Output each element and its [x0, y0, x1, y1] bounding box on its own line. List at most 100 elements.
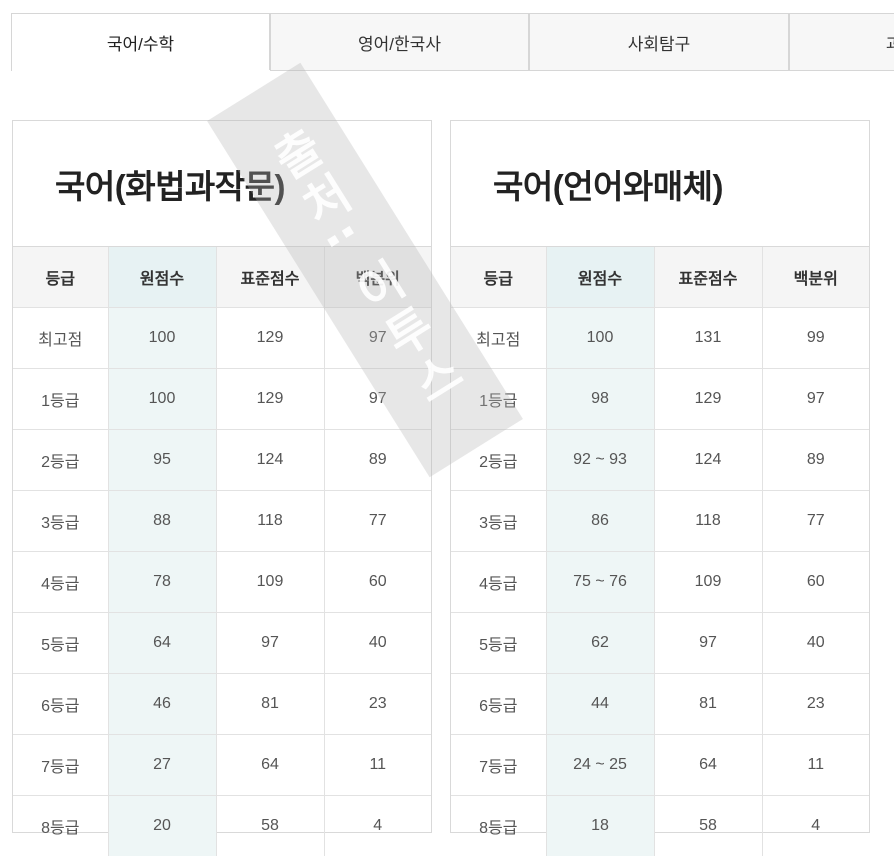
col-header-percentile: 백분위	[324, 247, 431, 308]
percentile-cell: 11	[762, 734, 869, 796]
standard-score-cell: 97	[216, 612, 325, 674]
standard-score-cell: 109	[216, 551, 325, 613]
table-row: 최고점 100 129 97	[13, 307, 431, 369]
grade-cell: 7등급	[451, 734, 547, 796]
percentile-cell: 4	[373, 817, 383, 834]
grade-cell: 5등급	[451, 612, 547, 674]
percentile-cell: 11	[324, 734, 431, 796]
percentile-cell: 89	[762, 429, 869, 491]
raw-score-cell: 92 ~ 93	[546, 429, 655, 491]
grade-cell: 5등급	[13, 612, 109, 674]
tab-english-history[interactable]: 영어/한국사	[270, 13, 529, 71]
percentile-cell: 97	[324, 368, 431, 430]
raw-score-cell: 46	[108, 673, 217, 735]
standard-score-cell: 58	[216, 795, 325, 856]
standard-score-cell: 58	[654, 795, 763, 856]
table-header-row: 등급 원점수 표준점수 백분위	[451, 247, 869, 308]
tab-bar: 국어/수학 영어/한국사 사회탐구 과	[11, 13, 894, 71]
raw-score-cell: 78	[108, 551, 217, 613]
standard-score-cell: 97	[654, 612, 763, 674]
percentile-cell: 4	[811, 817, 821, 834]
raw-score-cell: 88	[108, 490, 217, 552]
col-header-percentile: 백분위	[762, 247, 869, 308]
panel-korean-language-media: 국어(언어와매체) 등급 원점수 표준점수 백분위 최고점 100 131 99 1등…	[450, 120, 870, 856]
percentile-cell: 40	[762, 612, 869, 674]
standard-score-cell: 131	[654, 307, 763, 369]
table-row: 5등급 64 97 40	[13, 612, 431, 674]
col-header-standard-score: 표준점수	[216, 247, 325, 308]
table-row: 3등급 86 118 77	[451, 490, 869, 552]
table-row: 2등급 95 124 89	[13, 429, 431, 491]
raw-score-cell: 64	[108, 612, 217, 674]
standard-score-cell: 81	[216, 673, 325, 735]
raw-score-cell: 27	[108, 734, 217, 796]
panel-korean-speech-writing: 국어(화법과작문) 등급 원점수 표준점수 백분위 최고점 100 129 97 1등…	[12, 120, 432, 856]
table-row: 5등급 62 97 40	[451, 612, 869, 674]
grade-table: 등급 원점수 표준점수 백분위 최고점 100 129 97 1등급 100 129 97 …	[13, 247, 431, 856]
standard-score-cell: 64	[216, 734, 325, 796]
grade-cell: 8등급	[13, 795, 109, 856]
table-row: 6등급 46 81 23	[13, 673, 431, 735]
raw-score-cell: 100	[108, 368, 217, 430]
grade-table: 등급 원점수 표준점수 백분위 최고점 100 131 99 1등급 98 129 97 2…	[451, 247, 869, 856]
table-row: 4등급 78 109 60	[13, 551, 431, 613]
table-row: 6등급 44 81 23	[451, 673, 869, 735]
grade-cell: 2등급	[451, 429, 547, 491]
panel-title: 국어(화법과작문)	[13, 121, 431, 247]
grade-cell: 3등급	[451, 490, 547, 552]
tab-science[interactable]: 과	[789, 13, 894, 71]
panel-title: 국어(언어와매체)	[451, 121, 869, 247]
standard-score-cell: 124	[216, 429, 325, 491]
percentile-cell: 60	[324, 551, 431, 613]
raw-score-cell: 75 ~ 76	[546, 551, 655, 613]
percentile-cell: 89	[324, 429, 431, 491]
percentile-cell: 40	[324, 612, 431, 674]
table-row: 3등급 88 118 77	[13, 490, 431, 552]
grade-cell: 7등급	[13, 734, 109, 796]
grade-cell: 2등급	[13, 429, 109, 491]
tab-korean-math[interactable]: 국어/수학	[11, 13, 270, 71]
table-header-row: 등급 원점수 표준점수 백분위	[13, 247, 431, 308]
table-row: 8등급 18 58 4	[451, 795, 869, 856]
grade-cell: 4등급	[13, 551, 109, 613]
raw-score-cell: 100	[546, 307, 655, 369]
percentile-cell: 97	[762, 368, 869, 430]
raw-score-cell: 100	[108, 307, 217, 369]
percentile-cell: 77	[324, 490, 431, 552]
table-row: 1등급 98 129 97	[451, 368, 869, 430]
standard-score-cell: 118	[216, 490, 325, 552]
grade-cell: 3등급	[13, 490, 109, 552]
percentile-cell: 97	[324, 307, 431, 369]
standard-score-cell: 129	[216, 368, 325, 430]
grade-cell: 4등급	[451, 551, 547, 613]
raw-score-cell: 86	[546, 490, 655, 552]
col-header-raw-score: 원점수	[108, 247, 217, 308]
table-row: 8등급 20 58 4	[13, 795, 431, 856]
table-row: 7등급 24 ~ 25 64 11	[451, 734, 869, 796]
table-row: 4등급 75 ~ 76 109 60	[451, 551, 869, 613]
table-row: 최고점 100 131 99	[451, 307, 869, 369]
col-header-raw-score: 원점수	[546, 247, 655, 308]
grade-cell: 최고점	[13, 307, 109, 369]
col-header-standard-score: 표준점수	[654, 247, 763, 308]
col-header-grade: 등급	[451, 247, 547, 308]
percentile-cell: 77	[762, 490, 869, 552]
standard-score-cell: 81	[654, 673, 763, 735]
raw-score-cell: 98	[546, 368, 655, 430]
percentile-cell: 99	[762, 307, 869, 369]
table-row: 2등급 92 ~ 93 124 89	[451, 429, 869, 491]
grade-cell: 1등급	[451, 368, 547, 430]
table-row: 7등급 27 64 11	[13, 734, 431, 796]
standard-score-cell: 64	[654, 734, 763, 796]
percentile-cell: 60	[762, 551, 869, 613]
grade-cell: 6등급	[451, 673, 547, 735]
raw-score-cell: 18	[546, 795, 655, 856]
grade-cell: 8등급	[451, 795, 547, 856]
raw-score-cell: 44	[546, 673, 655, 735]
percentile-cell: 23	[324, 673, 431, 735]
grade-cell: 1등급	[13, 368, 109, 430]
raw-score-cell: 24 ~ 25	[546, 734, 655, 796]
col-header-grade: 등급	[13, 247, 109, 308]
tab-social-studies[interactable]: 사회탐구	[529, 13, 789, 71]
percentile-cell: 23	[762, 673, 869, 735]
